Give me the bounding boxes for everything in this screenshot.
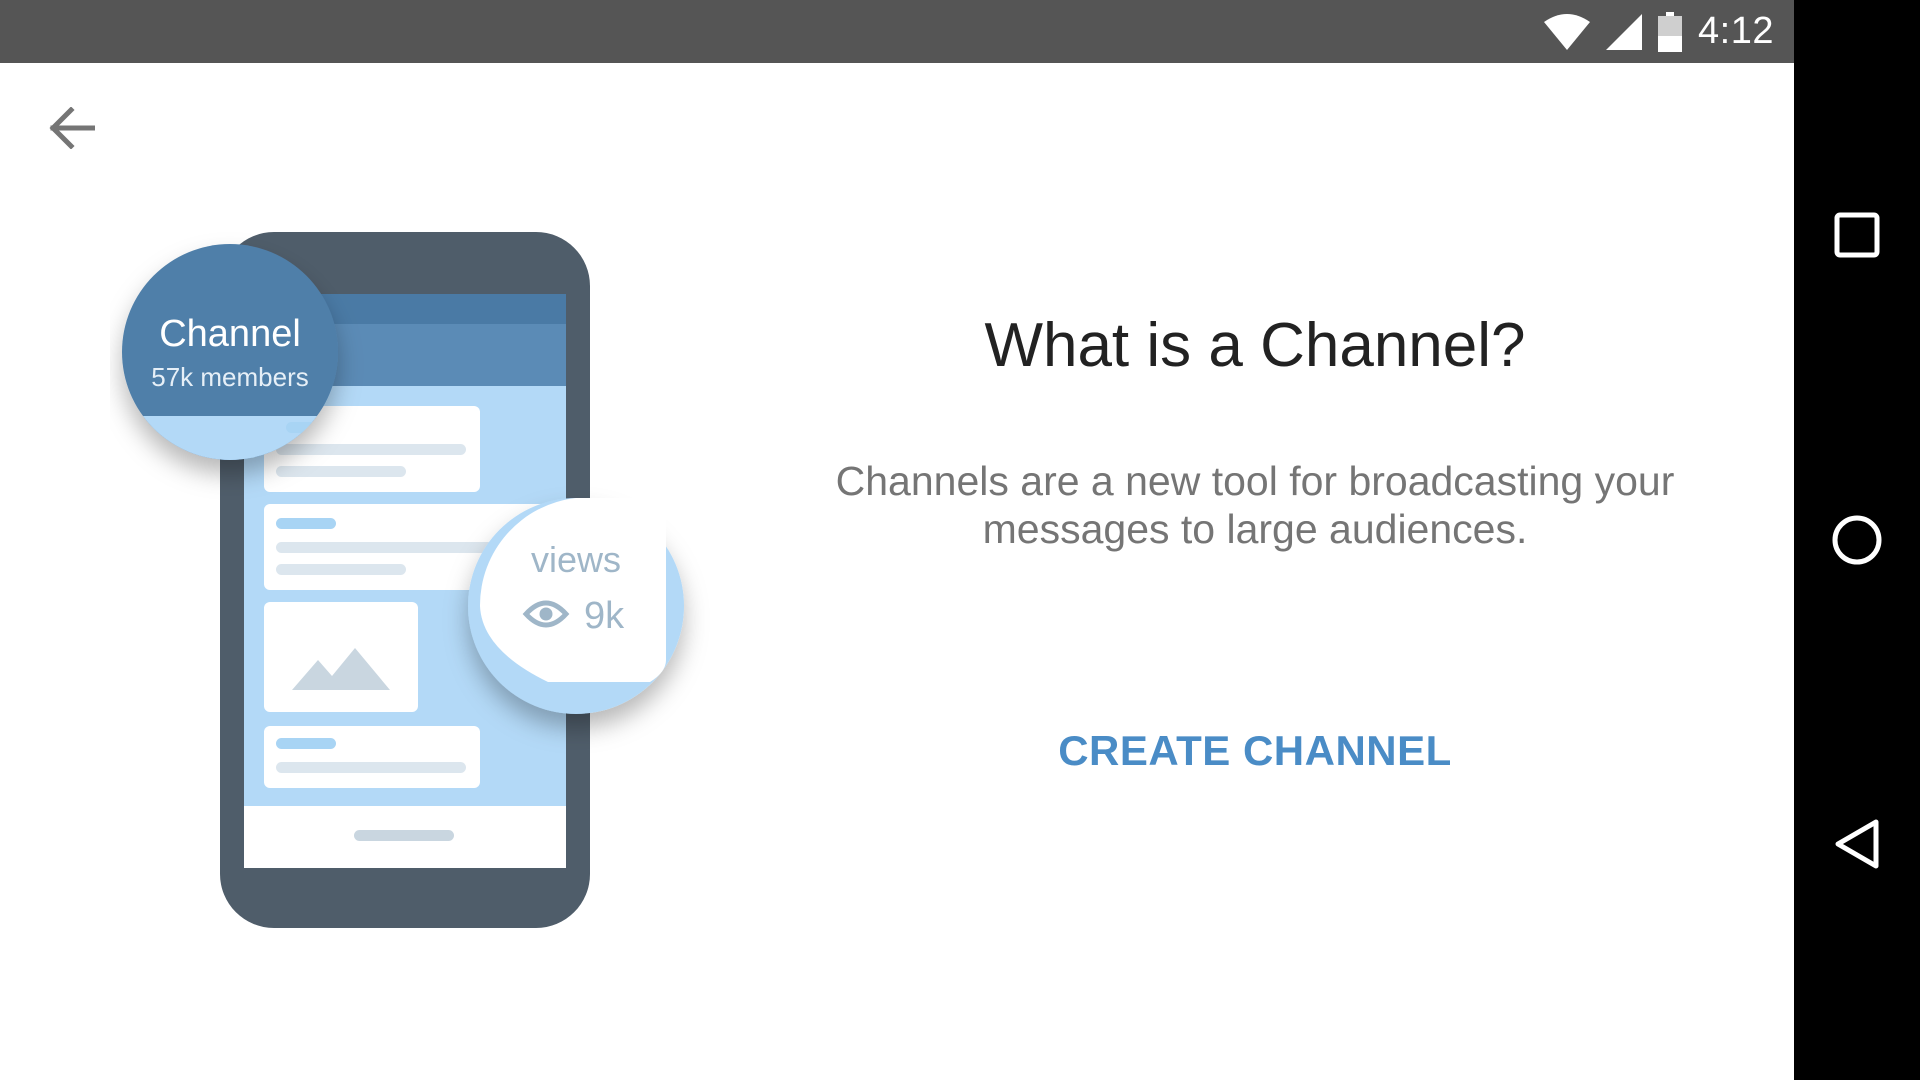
intro-description: Channels are a new tool for broadcasting… — [770, 457, 1740, 553]
back-button[interactable] — [40, 96, 104, 160]
home-circle-icon — [1832, 515, 1882, 565]
description-line-1: Channels are a new tool for broadcasting… — [835, 458, 1675, 504]
wifi-icon — [1544, 13, 1591, 50]
status-time: 4:12 — [1698, 10, 1774, 52]
intro-content: What is a Channel? Channels are a new to… — [770, 310, 1740, 783]
status-icons: 4:12 — [1544, 0, 1774, 63]
channel-badge-subtitle: 57k members — [151, 362, 309, 392]
views-badge-label: views — [531, 539, 621, 580]
battery-icon — [1658, 11, 1683, 52]
home-button[interactable] — [1827, 510, 1887, 570]
phone-illustration: Channel 57k members views 9k — [122, 232, 684, 928]
recents-square-icon — [1834, 212, 1880, 258]
cell-signal-icon — [1606, 13, 1643, 50]
channel-illustration: Channel 57k members views 9k — [110, 220, 710, 940]
channel-badge-title: Channel — [159, 313, 301, 355]
views-badge-count: 9k — [584, 595, 625, 637]
page-title: What is a Channel? — [984, 311, 1526, 380]
create-channel-button[interactable]: CREATE CHANNEL — [1042, 719, 1468, 783]
channel-intro-screen: 4:12 Channel 57k members views 9k What i… — [0, 0, 1794, 1080]
back-arrow-icon — [49, 107, 95, 149]
image-bubble — [264, 602, 418, 712]
status-bar: 4:12 — [0, 0, 1794, 63]
recents-button[interactable] — [1827, 205, 1887, 265]
back-triangle-icon — [1835, 819, 1879, 869]
system-back-button[interactable] — [1827, 814, 1887, 874]
description-line-2: messages to large audiences. — [982, 506, 1528, 552]
system-nav-bar — [1794, 0, 1920, 1080]
message-bubble — [264, 726, 480, 788]
